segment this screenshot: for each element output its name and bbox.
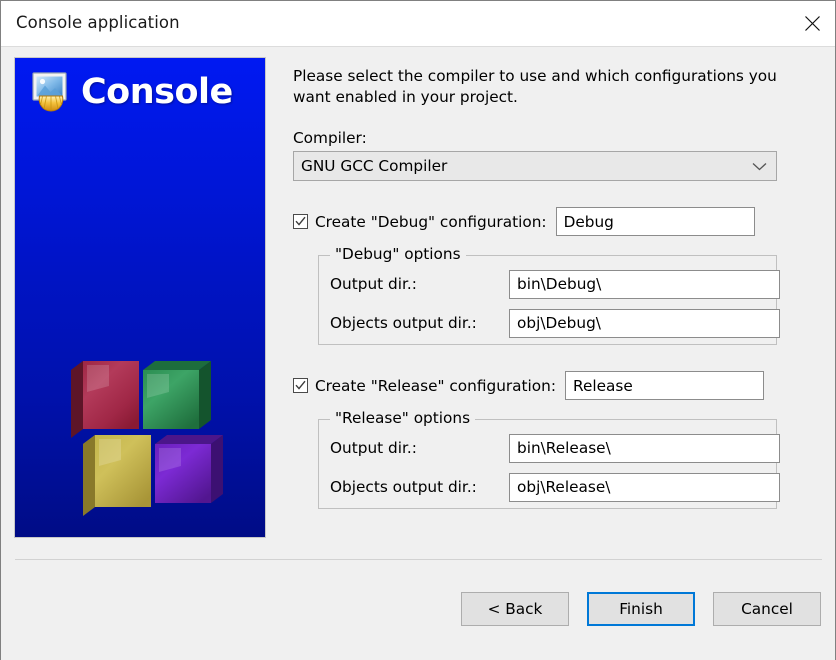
console-application-dialog: Console application Console Please selec…	[0, 0, 836, 660]
debug-output-dir-input[interactable]: bin\Debug\	[509, 269, 780, 299]
release-output-dir-label: Output dir.:	[330, 439, 417, 457]
debug-config-row: Create "Debug" configuration: Debug	[293, 207, 823, 236]
debug-name-input[interactable]: Debug	[555, 207, 755, 236]
release-output-dir-row: Output dir.: bin\Release\	[330, 433, 780, 463]
release-output-dir-input[interactable]: bin\Release\	[509, 433, 780, 463]
release-options-group: "Release" options Output dir.: bin\Relea…	[318, 409, 780, 509]
dialog-buttons: < Back Finish Cancel	[461, 592, 821, 626]
title-bar: Console application	[1, 1, 835, 47]
release-objects-dir-row: Objects output dir.: obj\Release\	[330, 472, 780, 502]
release-configuration-checkbox[interactable]	[293, 378, 308, 393]
debug-options-legend: "Debug" options	[330, 245, 466, 263]
release-configuration-label: Create "Release" configuration:	[315, 376, 557, 395]
debug-output-dir-label: Output dir.:	[330, 275, 417, 293]
close-button[interactable]	[789, 1, 835, 46]
back-button[interactable]: < Back	[461, 592, 569, 626]
release-objects-dir-input[interactable]: obj\Release\	[509, 472, 780, 502]
release-options-legend: "Release" options	[330, 409, 476, 427]
codeblocks-cubes-icon	[65, 358, 235, 533]
app-name-label: Console	[81, 72, 233, 112]
footer-separator	[15, 559, 822, 560]
debug-objects-dir-label: Objects output dir.:	[330, 314, 477, 332]
release-objects-dir-label: Objects output dir.:	[330, 478, 477, 496]
console-app-icon	[29, 70, 73, 114]
debug-configuration-checkbox[interactable]	[293, 214, 308, 229]
debug-configuration-label: Create "Debug" configuration:	[315, 212, 547, 231]
branding-header: Console	[29, 70, 233, 114]
close-icon	[804, 15, 821, 32]
cancel-button[interactable]: Cancel	[713, 592, 821, 626]
compiler-select[interactable]: GNU GCC Compiler	[293, 151, 777, 181]
debug-options-group: "Debug" options Output dir.: bin\Debug\ …	[318, 245, 780, 345]
release-name-input[interactable]: Release	[565, 371, 765, 400]
settings-form: Please select the compiler to use and wh…	[281, 57, 823, 509]
debug-objects-dir-row: Objects output dir.: obj\Debug\	[330, 308, 780, 338]
compiler-label: Compiler:	[293, 129, 367, 147]
debug-objects-dir-input[interactable]: obj\Debug\	[509, 308, 780, 338]
chevron-down-icon	[752, 152, 767, 180]
intro-text: Please select the compiler to use and wh…	[293, 67, 777, 106]
release-config-row: Create "Release" configuration: Release	[293, 371, 823, 400]
branding-panel: Console	[14, 57, 266, 538]
compiler-selected-value: GNU GCC Compiler	[301, 157, 448, 175]
finish-button[interactable]: Finish	[587, 592, 695, 626]
debug-output-dir-row: Output dir.: bin\Debug\	[330, 269, 780, 299]
dialog-body: Console Please select the compiler to us…	[1, 47, 835, 660]
window-title: Console application	[16, 13, 180, 32]
